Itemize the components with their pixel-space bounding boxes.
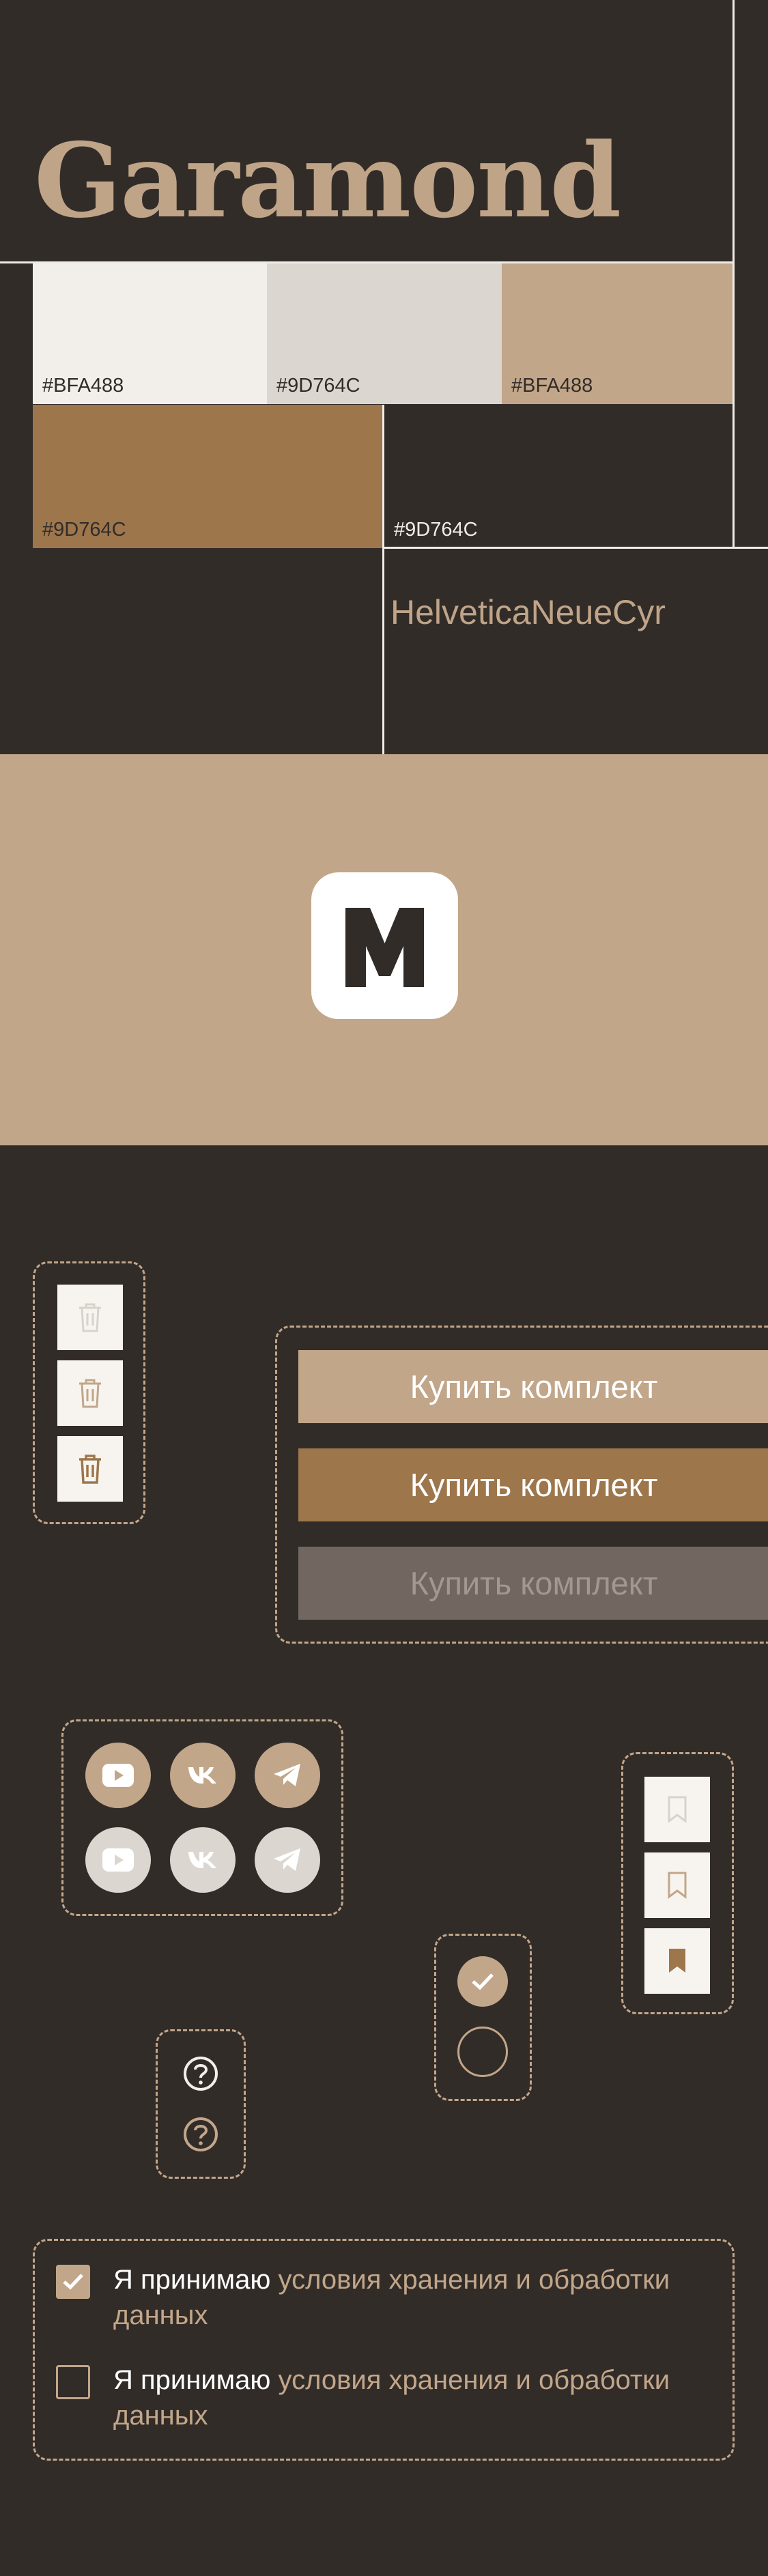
vk-button[interactable] bbox=[170, 1743, 236, 1808]
grid-line bbox=[382, 547, 768, 549]
trash-icon bbox=[79, 1379, 101, 1408]
consent-checkbox-checked[interactable] bbox=[56, 2265, 90, 2299]
trash-button-disabled[interactable] bbox=[57, 1285, 123, 1350]
palette-title-serif: Garamond bbox=[34, 121, 621, 241]
grid-line bbox=[733, 0, 735, 548]
swatch-4: #9D764C bbox=[33, 405, 382, 548]
check-icon bbox=[472, 1973, 494, 1990]
question-icon bbox=[184, 2117, 218, 2151]
youtube-icon bbox=[102, 1764, 134, 1787]
bookmark-button-active[interactable] bbox=[644, 1928, 710, 1994]
trash-icon bbox=[79, 1455, 101, 1484]
swatch-3: #BFA488 bbox=[502, 263, 733, 404]
grid-line bbox=[382, 405, 384, 754]
palette-section: Garamond #BFA488 #9D764C #BFA488 #9D764C… bbox=[0, 0, 768, 754]
question-icon bbox=[184, 2057, 218, 2091]
consent-prefix: Я принимаю bbox=[113, 2365, 279, 2395]
bookmark-icon bbox=[668, 1872, 687, 1899]
consent-label-checked: Я принимаю условия хранения и обработки … bbox=[113, 2262, 728, 2333]
app-logo-icon bbox=[311, 872, 458, 1019]
telegram-icon bbox=[274, 1848, 300, 1871]
help-button-hover[interactable] bbox=[182, 2115, 220, 2153]
telegram-button-hover[interactable] bbox=[255, 1827, 320, 1893]
buy-button-default[interactable]: Купить комплект bbox=[298, 1350, 768, 1423]
telegram-button[interactable] bbox=[255, 1743, 320, 1808]
bookmark-button-default[interactable] bbox=[644, 1852, 710, 1918]
youtube-button[interactable] bbox=[85, 1743, 151, 1808]
bookmark-icon bbox=[668, 1796, 687, 1823]
m-logo-icon bbox=[345, 908, 424, 987]
check-icon bbox=[63, 2274, 83, 2290]
buy-button-disabled[interactable]: Купить комплект bbox=[298, 1547, 768, 1620]
help-icons-group bbox=[156, 2029, 246, 2179]
youtube-button-hover[interactable] bbox=[85, 1827, 151, 1893]
help-button-default[interactable] bbox=[182, 2055, 220, 2093]
consent-checkbox-unchecked[interactable] bbox=[56, 2365, 90, 2399]
swatch-hex: #BFA488 bbox=[511, 375, 593, 397]
swatch-hex: #BFA488 bbox=[42, 375, 124, 397]
swatch-hex: #9D764C bbox=[394, 519, 478, 541]
buy-button-hover[interactable]: Купить комплект bbox=[298, 1448, 768, 1521]
swatch-1: #BFA488 bbox=[33, 263, 267, 404]
youtube-icon bbox=[102, 1848, 134, 1872]
vk-button-hover[interactable] bbox=[170, 1827, 236, 1893]
swatch-5: #9D764C bbox=[384, 405, 733, 548]
swatch-hex: #9D764C bbox=[276, 375, 360, 397]
swatch-2: #9D764C bbox=[267, 263, 502, 404]
grid-line bbox=[0, 261, 733, 263]
radio-unchecked[interactable] bbox=[457, 2027, 508, 2077]
vk-icon bbox=[188, 1767, 216, 1784]
trash-button-hover[interactable] bbox=[57, 1436, 123, 1502]
trash-icon bbox=[79, 1303, 101, 1332]
telegram-icon bbox=[274, 1764, 300, 1786]
trash-button-default[interactable] bbox=[57, 1360, 123, 1426]
bookmark-filled-icon bbox=[669, 1949, 685, 1973]
vk-icon bbox=[188, 1852, 216, 1868]
consent-label-unchecked: Я принимаю условия хранения и обработки … bbox=[113, 2362, 728, 2433]
bookmark-button-disabled[interactable] bbox=[644, 1777, 710, 1842]
palette-title-sans: HelveticaNeueCyr bbox=[390, 593, 666, 631]
swatch-hex: #9D764C bbox=[42, 519, 126, 541]
radio-checked[interactable] bbox=[457, 1956, 508, 2007]
consent-prefix: Я принимаю bbox=[113, 2265, 279, 2295]
